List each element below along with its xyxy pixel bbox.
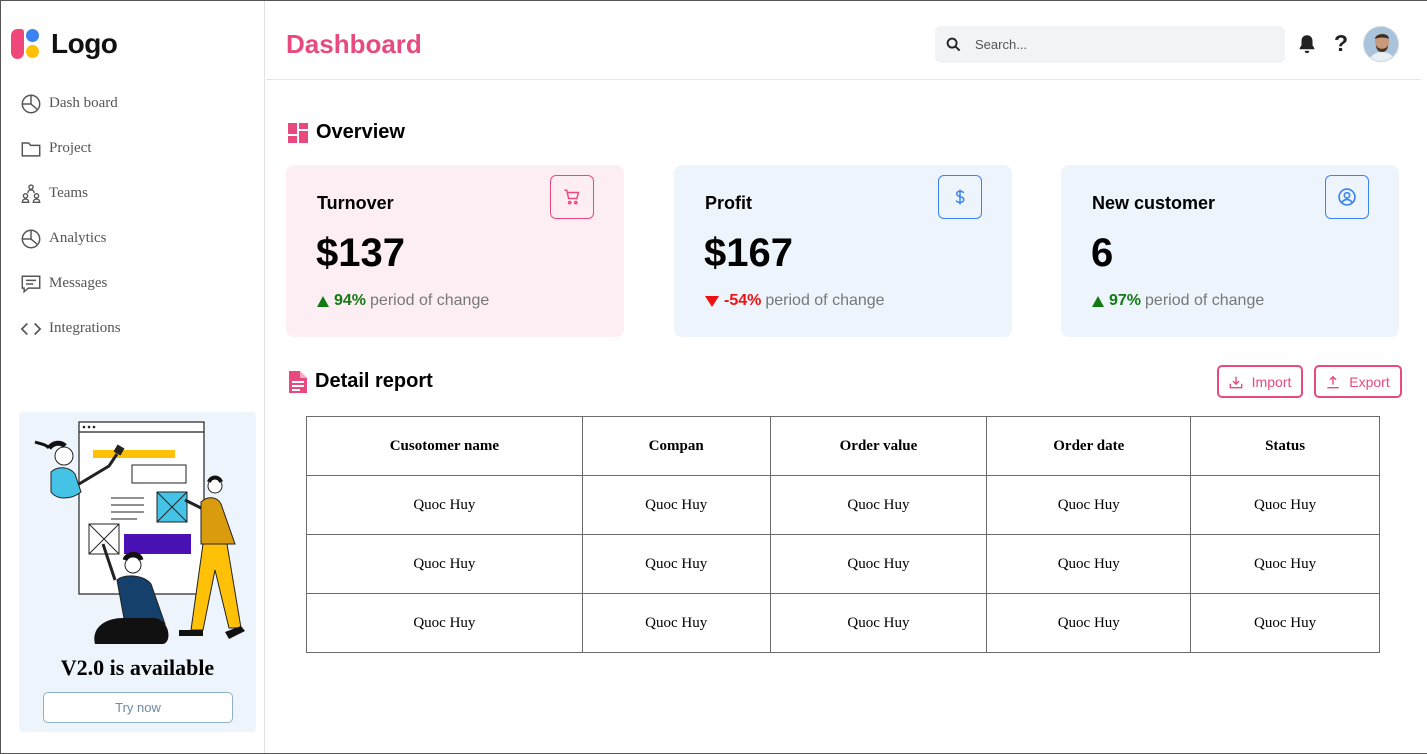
user-circle-icon[interactable]	[1325, 175, 1369, 219]
export-icon	[1327, 375, 1339, 388]
sidebar-item-dashboard[interactable]: Dash board	[20, 81, 121, 126]
change-percent: -54%	[724, 292, 762, 309]
overview-heading: Overview	[288, 121, 405, 144]
table-cell: Quoc Huy	[986, 593, 1192, 653]
sidebar-item-label: Integrations	[49, 320, 121, 336]
table-row[interactable]: Quoc Huy Quoc Huy Quoc Huy Quoc Huy Quoc…	[306, 593, 1380, 653]
table-cell: Quoc Huy	[306, 475, 583, 535]
table-cell: Quoc Huy	[769, 534, 988, 594]
card-label: Profit	[705, 193, 752, 213]
change-suffix: period of change	[1145, 292, 1265, 309]
card-value: $137	[316, 231, 405, 275]
bell-icon[interactable]	[1296, 33, 1318, 55]
sidebar-item-label: Project	[49, 140, 92, 156]
document-icon	[289, 370, 307, 393]
column-header[interactable]: Status	[1190, 416, 1380, 476]
sidebar-item-label: Analytics	[49, 230, 107, 246]
table-row[interactable]: Quoc Huy Quoc Huy Quoc Huy Quoc Huy Quoc…	[306, 534, 1380, 594]
export-button[interactable]: Export	[1314, 365, 1402, 398]
sidebar-item-label: Messages	[49, 275, 108, 291]
cart-icon[interactable]	[550, 175, 594, 219]
trend-up-icon	[317, 295, 329, 307]
search-icon	[946, 37, 961, 52]
table-cell: Quoc Huy	[306, 534, 583, 594]
sidebar-item-label: Dash board	[49, 95, 118, 111]
sidebar-item-teams[interactable]: Teams	[20, 171, 121, 216]
card-label: New customer	[1092, 193, 1216, 213]
column-header[interactable]: Order date	[986, 416, 1192, 476]
change-percent: 97%	[1109, 292, 1142, 309]
logo-mark-icon	[11, 27, 43, 61]
import-button[interactable]: Import	[1217, 365, 1303, 398]
report-heading: Detail report	[289, 370, 433, 393]
card-change: 97% period of change	[1092, 292, 1264, 310]
team-illustration-icon	[34, 421, 245, 644]
table-row[interactable]: Quoc Huy Quoc Huy Quoc Huy Quoc Huy Quoc…	[306, 475, 1380, 535]
trend-up-icon	[1092, 295, 1104, 307]
change-suffix: period of change	[765, 292, 885, 309]
table-cell: Quoc Huy	[306, 593, 583, 653]
dollar-icon[interactable]	[938, 175, 982, 219]
logo[interactable]: Logo	[11, 27, 118, 61]
folder-icon	[21, 141, 41, 157]
table-cell: Quoc Huy	[1190, 593, 1380, 653]
card-change: -54% period of change	[705, 292, 885, 310]
help-icon[interactable]: ?	[1334, 30, 1348, 57]
sidebar-item-analytics[interactable]: Analytics	[20, 216, 121, 261]
table-cell: Quoc Huy	[986, 475, 1192, 535]
logo-text: Logo	[51, 28, 118, 59]
table-cell: Quoc Huy	[769, 593, 988, 653]
sidebar-item-integrations[interactable]: Integrations	[20, 306, 121, 351]
card-label: Turnover	[317, 193, 394, 213]
import-label: Import	[1251, 373, 1292, 390]
column-header[interactable]: Cusotomer name	[306, 416, 583, 476]
page-title: Dashboard	[286, 29, 422, 59]
report-title: Detail report	[315, 370, 433, 392]
sidebar-item-label: Teams	[49, 185, 88, 201]
change-percent: 94%	[334, 292, 367, 309]
table-cell: Quoc Huy	[1190, 475, 1380, 535]
trend-down-icon	[705, 295, 719, 307]
code-icon	[20, 322, 42, 335]
table-cell: Quoc Huy	[581, 534, 771, 594]
overview-title: Overview	[316, 121, 405, 143]
try-now-button[interactable]: Try now	[43, 692, 233, 723]
sidebar-nav: Dash board Project Teams Analytics Messa…	[20, 81, 121, 351]
turnover-card: Turnover $137 94% period of change	[286, 165, 624, 337]
pie-chart-icon	[21, 229, 41, 248]
table-cell: Quoc Huy	[1190, 534, 1380, 594]
sidebar-item-messages[interactable]: Messages	[20, 261, 121, 306]
export-label: Export	[1349, 373, 1390, 390]
column-header[interactable]: Compan	[581, 416, 771, 476]
table-cell: Quoc Huy	[581, 593, 771, 653]
table-header-row: Cusotomer name Compan Order value Order …	[306, 416, 1380, 476]
search-input[interactable]	[975, 26, 1275, 63]
column-header[interactable]: Order value	[769, 416, 988, 476]
card-value: $167	[704, 231, 793, 275]
promo-title: V2.0 is available	[60, 655, 215, 680]
search-box[interactable]	[935, 26, 1285, 63]
avatar[interactable]	[1363, 26, 1399, 62]
team-icon	[21, 183, 41, 203]
sidebar: Logo Dash board Project Teams Analytics …	[1, 1, 265, 753]
top-header: Dashboard ?	[266, 1, 1421, 80]
change-suffix: period of change	[370, 292, 490, 309]
table-cell: Quoc Huy	[986, 534, 1192, 594]
sidebar-item-project[interactable]: Project	[20, 126, 121, 171]
user-photo-icon	[1364, 27, 1398, 61]
pie-chart-icon	[21, 94, 41, 113]
message-icon	[21, 274, 41, 293]
report-table: Cusotomer name Compan Order value Order …	[306, 416, 1380, 653]
dashboard-grid-icon	[288, 122, 308, 143]
profit-card: Profit $167 -54% period of change	[674, 165, 1012, 337]
upgrade-promo: V2.0 is available Try now	[19, 412, 256, 732]
table-cell: Quoc Huy	[581, 475, 771, 535]
table-cell: Quoc Huy	[769, 475, 988, 535]
import-icon	[1229, 376, 1243, 388]
new-customer-card: New customer 6 97% period of change	[1061, 165, 1399, 337]
card-value: 6	[1091, 231, 1114, 275]
card-change: 94% period of change	[317, 292, 489, 310]
